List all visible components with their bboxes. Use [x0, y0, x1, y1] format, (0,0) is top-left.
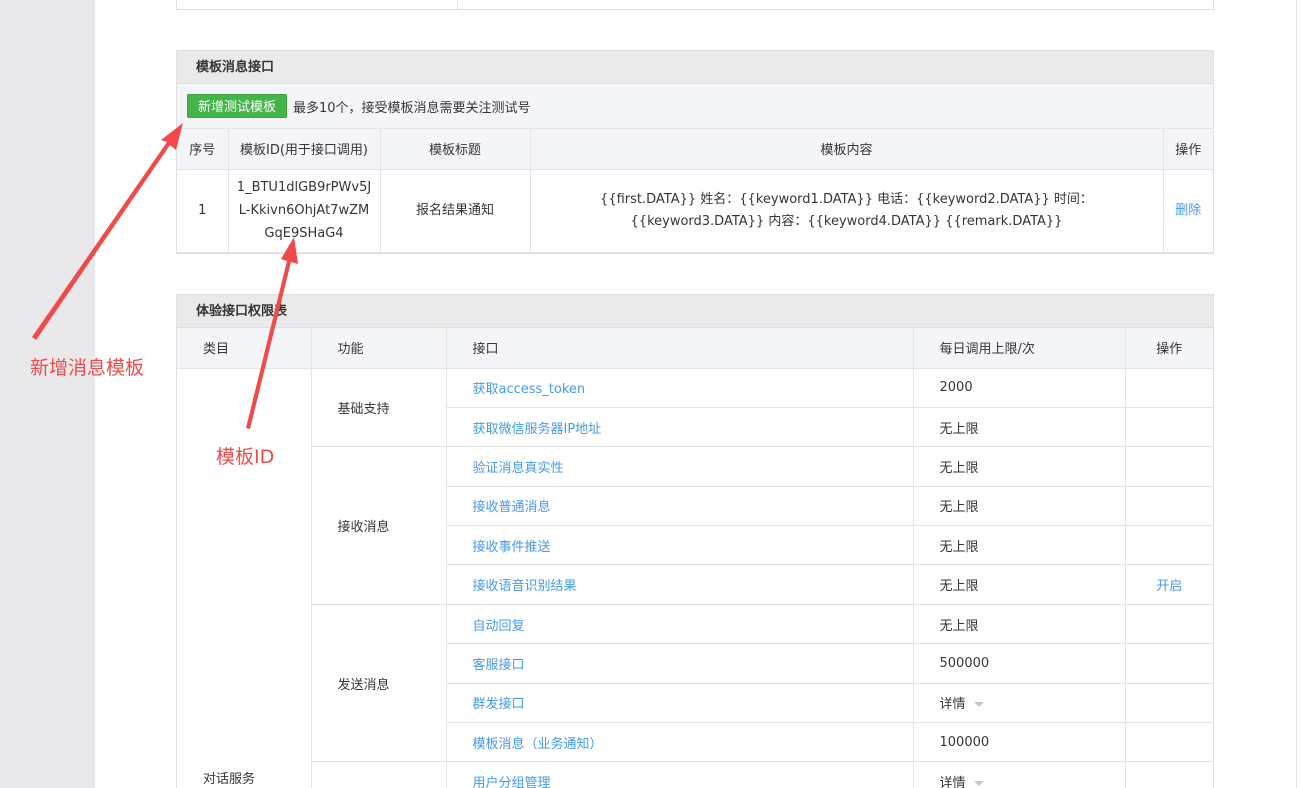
left-gutter	[0, 0, 95, 788]
template-message-panel: 模板消息接口 新增测试模板 最多10个，接受模板消息需要关注测试号 序号 模板I…	[176, 50, 1214, 254]
api-link[interactable]: 客服接口	[473, 658, 525, 673]
previous-table-bottom	[176, 0, 1214, 10]
permission-panel: 体验接口权限表 类目 功能 接口 每日调用上限/次 操作 对话服务 基础支持 获…	[176, 294, 1214, 788]
daily-limit: 无上限	[913, 407, 1126, 448]
caret-down-icon	[973, 781, 984, 787]
daily-limit: 详情	[939, 697, 966, 713]
template-title: 报名结果通知	[380, 169, 531, 253]
template-content: {{first.DATA}} 姓名：{{keyword1.DATA}} 电话：{…	[530, 169, 1164, 253]
add-test-template-button[interactable]: 新增测试模板	[187, 94, 288, 118]
api-link[interactable]: 接收语音识别结果	[473, 579, 577, 594]
col-header-function: 功能	[311, 328, 447, 369]
col-header-api: 接口	[446, 328, 914, 369]
table-row: 发送消息 自动回复 无上限	[177, 604, 1213, 763]
table-row: 1 1_BTU1dlGB9rPWv5JL-Kkivn6OhjAt7wZMGqE9…	[177, 169, 1213, 253]
panel-title: 模板消息接口	[177, 51, 1213, 84]
col-header-index: 序号	[177, 129, 229, 170]
enable-link[interactable]: 开启	[1156, 579, 1182, 594]
col-header-action: 操作	[1125, 328, 1213, 369]
template-toolbar: 新增测试模板 最多10个，接受模板消息需要关注测试号	[177, 84, 1213, 129]
right-border-line	[1296, 0, 1297, 788]
daily-limit: 无上限	[913, 525, 1126, 566]
template-id: 1_BTU1dlGB9rPWv5JL-Kkivn6OhjAt7wZMGqE9SH…	[228, 169, 381, 253]
template-table: 序号 模板ID(用于接口调用) 模板标题 模板内容 操作 1 1_BTU1dlG…	[177, 129, 1213, 253]
daily-limit: 无上限	[913, 486, 1126, 527]
function-cell	[311, 761, 447, 788]
details-dropdown[interactable]: 详情	[913, 761, 1126, 788]
panel-title: 体验接口权限表	[177, 295, 1213, 328]
api-link[interactable]: 用户分组管理	[473, 776, 551, 788]
daily-limit: 2000	[913, 368, 1126, 408]
function-cell: 接收消息	[311, 446, 447, 605]
table-row: 用户分组管理 详情	[177, 761, 1213, 788]
col-header-template-id: 模板ID(用于接口调用)	[228, 129, 381, 170]
api-link[interactable]: 自动回复	[473, 619, 525, 634]
function-cell: 基础支持	[311, 368, 447, 448]
col-header-daily-limit: 每日调用上限/次	[913, 328, 1126, 369]
template-limit-note: 最多10个，接受模板消息需要关注测试号	[293, 100, 531, 116]
api-link[interactable]: 接收事件推送	[473, 540, 551, 555]
api-link[interactable]: 获取微信服务器IP地址	[473, 422, 602, 437]
daily-limit: 详情	[939, 776, 966, 788]
api-link[interactable]: 接收普通消息	[473, 500, 551, 515]
api-link[interactable]: 验证消息真实性	[473, 461, 564, 476]
col-header-template-title: 模板标题	[380, 129, 531, 170]
function-cell: 发送消息	[311, 604, 447, 763]
delete-template-link[interactable]: 删除	[1175, 203, 1201, 218]
col-header-action: 操作	[1163, 129, 1213, 170]
annotation-template-id: 模板ID	[216, 446, 275, 468]
api-link[interactable]: 模板消息（业务通知）	[473, 737, 603, 752]
table-row: 对话服务 基础支持 获取access_token 2000	[177, 368, 1213, 788]
col-header-category: 类目	[177, 328, 312, 369]
daily-limit: 100000	[913, 722, 1126, 763]
api-link[interactable]: 群发接口	[473, 697, 525, 712]
template-index: 1	[177, 169, 229, 253]
annotation-add-template: 新增消息模板	[30, 357, 145, 379]
caret-down-icon	[973, 702, 984, 708]
api-link[interactable]: 获取access_token	[473, 382, 586, 397]
category-cell: 对话服务	[177, 368, 312, 788]
permission-table: 类目 功能 接口 每日调用上限/次 操作 对话服务 基础支持 获取access_…	[177, 328, 1213, 788]
details-dropdown[interactable]: 详情	[913, 683, 1126, 724]
daily-limit: 无上限	[913, 564, 1126, 605]
col-header-template-content: 模板内容	[530, 129, 1164, 170]
daily-limit: 无上限	[913, 446, 1126, 487]
daily-limit: 500000	[913, 643, 1126, 684]
table-row: 接收消息 验证消息真实性 无上限	[177, 446, 1213, 605]
daily-limit: 无上限	[913, 604, 1126, 645]
